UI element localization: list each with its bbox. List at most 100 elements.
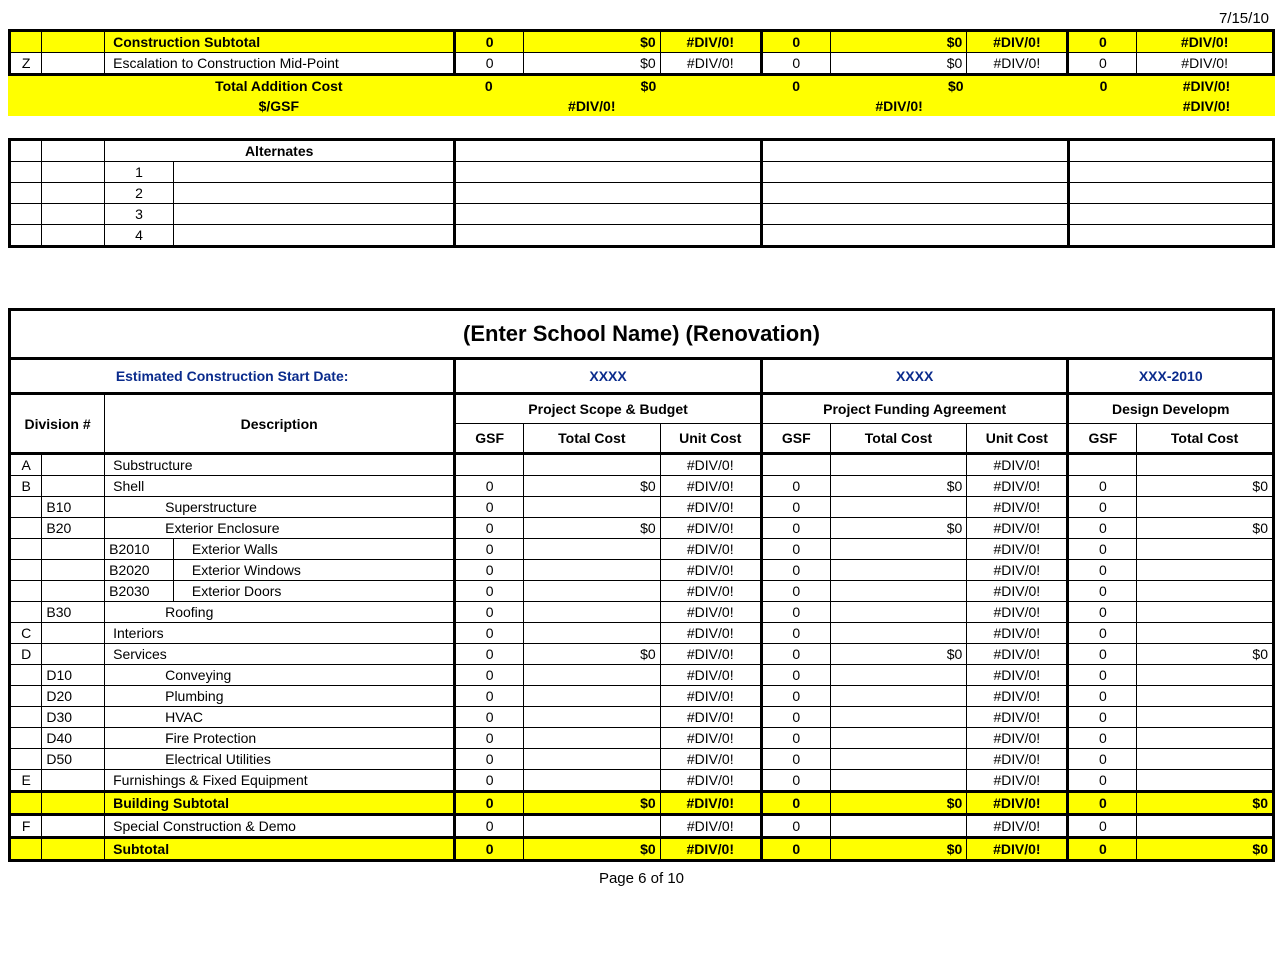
cell: 0	[1068, 707, 1137, 728]
cell: #DIV/0!	[967, 454, 1068, 476]
cell: $0	[830, 31, 967, 53]
cell: #DIV/0!	[660, 497, 761, 518]
cell: #DIV/0!	[967, 728, 1068, 749]
sub-div: D40	[42, 728, 105, 749]
cell: 0	[1068, 31, 1137, 53]
div-code: E	[10, 770, 42, 792]
cell: #DIV/0!	[1137, 31, 1274, 53]
cell	[524, 707, 661, 728]
school-table: (Enter School Name) (Renovation) Estimat…	[8, 308, 1275, 862]
cell	[1068, 454, 1137, 476]
cell: #DIV/0!	[660, 560, 761, 581]
table-row: CInteriors0#DIV/0!0#DIV/0!0	[10, 623, 1274, 644]
sub-div	[42, 644, 105, 665]
cell	[1137, 770, 1274, 792]
cell	[830, 454, 967, 476]
cell: #DIV/0!	[831, 96, 968, 116]
school-title: (Enter School Name) (Renovation)	[10, 310, 1274, 359]
page-footer: Page 6 of 10	[8, 862, 1275, 895]
div-code: B	[10, 476, 42, 497]
cell	[1137, 497, 1274, 518]
cell: #DIV/0!	[660, 749, 761, 770]
total-addition-label: Total Addition Cost	[103, 76, 454, 96]
description: Exterior Walls	[173, 539, 454, 560]
cell	[830, 728, 967, 749]
description: Electrical Utilities	[105, 749, 455, 770]
alternate-row: 2	[10, 183, 1274, 204]
cell: 0	[761, 31, 830, 53]
cell: #DIV/0!	[967, 539, 1068, 560]
cell: #DIV/0!	[967, 792, 1068, 815]
cell	[524, 560, 661, 581]
cell: 0	[1068, 623, 1137, 644]
cell: 0	[1068, 838, 1137, 861]
cell: #DIV/0!	[967, 815, 1068, 838]
cell: #DIV/0!	[660, 476, 761, 497]
cell: #DIV/0!	[967, 53, 1068, 75]
cell	[524, 539, 661, 560]
cell: 0	[761, 560, 830, 581]
cell: 0	[455, 838, 524, 861]
sub-total: Total Cost	[830, 424, 967, 454]
cell	[830, 623, 967, 644]
cell: 0	[1068, 792, 1137, 815]
cell: $0	[524, 792, 661, 815]
cell: $0	[1137, 644, 1274, 665]
sub-div	[42, 476, 105, 497]
table-row: D30HVAC0#DIV/0!0#DIV/0!0	[10, 707, 1274, 728]
cell	[1137, 686, 1274, 707]
cell: 0	[761, 770, 830, 792]
cell: #DIV/0!	[660, 518, 761, 539]
cell: 0	[761, 728, 830, 749]
cell	[524, 623, 661, 644]
cell: 0	[761, 707, 830, 728]
cell: $0	[524, 518, 661, 539]
cell: #DIV/0!	[660, 31, 761, 53]
description: Interiors	[105, 623, 455, 644]
cell	[524, 749, 661, 770]
cell: #DIV/0!	[660, 644, 761, 665]
cell: 0	[455, 815, 524, 838]
table-row: ASubstructure#DIV/0!#DIV/0!	[10, 454, 1274, 476]
cell: 0	[761, 518, 830, 539]
cell: $0	[1137, 792, 1274, 815]
table-row: D20Plumbing0#DIV/0!0#DIV/0!0	[10, 686, 1274, 707]
sub-total: Total Cost	[524, 424, 661, 454]
cell: $0	[524, 476, 661, 497]
division-header: Division #	[10, 394, 105, 454]
sub-total: Total Cost	[1137, 424, 1274, 454]
cell: #DIV/0!	[967, 476, 1068, 497]
sub-div	[42, 581, 105, 602]
table-row: BShell0$0#DIV/0!0$0#DIV/0!0$0	[10, 476, 1274, 497]
alternate-row: 1	[10, 162, 1274, 183]
cell: 0	[454, 76, 523, 96]
div-code: D	[10, 644, 42, 665]
div-code	[10, 686, 42, 707]
cell: 0	[1068, 476, 1137, 497]
cell	[830, 665, 967, 686]
date-col-1: XXXX	[455, 359, 762, 394]
table-row: D50Electrical Utilities0#DIV/0!0#DIV/0!0	[10, 749, 1274, 770]
cell: $0	[830, 476, 967, 497]
cell: #DIV/0!	[1138, 96, 1275, 116]
description: Exterior Doors	[173, 581, 454, 602]
cell	[1137, 815, 1274, 838]
cell	[830, 686, 967, 707]
cell: $0	[524, 644, 661, 665]
div-code	[10, 497, 42, 518]
cell: #DIV/0!	[967, 497, 1068, 518]
cell: 0	[1068, 602, 1137, 623]
cell: 0	[455, 497, 524, 518]
alternate-row: 4	[10, 225, 1274, 247]
date-col-2: XXXX	[761, 359, 1068, 394]
cell	[524, 665, 661, 686]
subtotal-row: Subtotal 0 $0 #DIV/0! 0 $0 #DIV/0! 0 $0	[10, 838, 1274, 861]
cell	[830, 497, 967, 518]
cell: 0	[455, 707, 524, 728]
cell: 0	[1068, 665, 1137, 686]
cell: $0	[830, 792, 967, 815]
cell: 0	[455, 539, 524, 560]
cell: 0	[761, 815, 830, 838]
div-code	[10, 707, 42, 728]
cell: 0	[1068, 749, 1137, 770]
